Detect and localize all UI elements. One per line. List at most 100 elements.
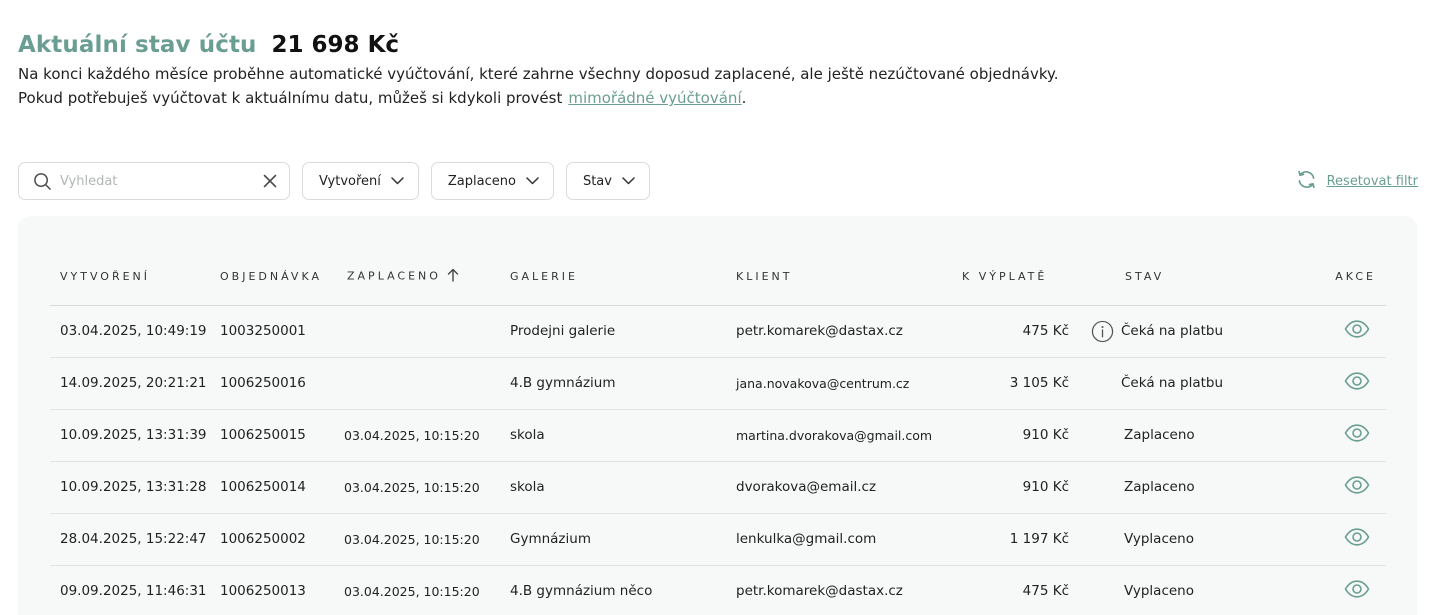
cell-created: 03.04.2025, 10:49:19: [50, 305, 210, 358]
cell-client: jana.novakova@centrum.cz: [726, 357, 952, 410]
filter-bar: Vytvoření Zaplaceno Stav: [18, 162, 650, 200]
description-line-2: Pokud potřebuješ vyúčtovat k aktuálnímu …: [18, 89, 563, 107]
orders-panel: VYTVOŘENÍ OBJEDNÁVKA ZAPLACENO GALERIE K…: [18, 216, 1417, 615]
cell-gallery: Prodejni galerie: [500, 305, 726, 358]
cell-actions: [1292, 409, 1386, 462]
status-wrap: Vyplaceno: [1069, 583, 1292, 599]
column-header-paid[interactable]: ZAPLACENO: [337, 249, 500, 306]
cell-status: Čeká na platbu: [1069, 305, 1292, 358]
cell-paid: 03.04.2025, 10:15:20: [337, 461, 500, 514]
refresh-icon: [1296, 170, 1317, 193]
chevron-down-icon: [391, 174, 404, 189]
cell-client: martina.dvorakova@gmail.com: [726, 409, 952, 462]
cell-paid: [337, 305, 500, 358]
status-text: Čeká na platbu: [1121, 323, 1224, 339]
account-balance: 21 698 Kč: [271, 32, 400, 58]
column-header-created[interactable]: VYTVOŘENÍ: [50, 249, 210, 306]
table-row[interactable]: 14.09.2025, 20:21:21 1006250016 4.B gymn…: [50, 357, 1386, 410]
extra-settlement-link[interactable]: mimořádné vyúčtování: [568, 89, 741, 107]
eye-icon[interactable]: [1344, 580, 1370, 598]
table-row[interactable]: 03.04.2025, 10:49:19 1003250001 Prodejni…: [50, 305, 1386, 358]
cell-payout: 3 105 Kč: [952, 357, 1069, 410]
cell-gallery: skola: [500, 461, 726, 514]
cell-created: 14.09.2025, 20:21:21: [50, 357, 210, 410]
status-wrap: Zaplaceno: [1069, 479, 1292, 495]
reset-filter-button[interactable]: Resetovat filtr: [1296, 170, 1418, 193]
cell-paid: 03.04.2025, 10:15:20: [337, 565, 500, 615]
cell-payout: 910 Kč: [952, 461, 1069, 514]
cell-gallery: 4.B gymnázium něco: [500, 565, 726, 615]
cell-created: 09.09.2025, 11:46:31: [50, 565, 210, 615]
table-row[interactable]: 10.09.2025, 13:31:28 1006250014 03.04.20…: [50, 461, 1386, 514]
description-line-1: Na konci každého měsíce proběhne automat…: [18, 65, 1059, 83]
paid-filter-label: Zaplaceno: [447, 173, 516, 189]
cell-actions: [1292, 357, 1386, 410]
orders-table: VYTVOŘENÍ OBJEDNÁVKA ZAPLACENO GALERIE K…: [50, 249, 1386, 615]
column-header-status[interactable]: STAV: [1069, 249, 1292, 306]
search-icon: [33, 172, 52, 191]
paid-filter-dropdown[interactable]: Zaplaceno: [430, 162, 554, 200]
column-header-payout[interactable]: K VÝPLATĚ: [952, 249, 1069, 306]
eye-icon[interactable]: [1344, 372, 1370, 390]
status-wrap: Zaplaceno: [1069, 427, 1292, 443]
created-filter-dropdown[interactable]: Vytvoření: [302, 162, 419, 200]
cell-actions: [1292, 513, 1386, 566]
chevron-down-icon: [526, 174, 539, 189]
table-row[interactable]: 09.09.2025, 11:46:31 1006250013 03.04.20…: [50, 565, 1386, 615]
table-header-row: VYTVOŘENÍ OBJEDNÁVKA ZAPLACENO GALERIE K…: [50, 249, 1386, 306]
column-header-client[interactable]: KLIENT: [726, 249, 952, 306]
account-header: Aktuální stav účtu 21 698 Kč Na konci ka…: [18, 32, 1059, 110]
page-title: Aktuální stav účtu: [18, 32, 257, 58]
cell-payout: 475 Kč: [952, 565, 1069, 615]
info-icon[interactable]: [1083, 320, 1121, 343]
column-header-actions: AKCE: [1292, 249, 1386, 306]
eye-icon[interactable]: [1344, 476, 1370, 494]
cell-status: Čeká na platbu: [1069, 357, 1292, 410]
status-text: Vyplaceno: [1124, 583, 1194, 599]
description-end: .: [741, 89, 747, 107]
cell-actions: [1292, 565, 1386, 615]
status-wrap: Čeká na platbu: [1069, 375, 1292, 391]
reset-filter-label: Resetovat filtr: [1326, 174, 1418, 189]
cell-created: 10.09.2025, 13:31:39: [50, 409, 210, 462]
cell-client: petr.komarek@dastax.cz: [726, 305, 952, 358]
cell-order: 1006250016: [210, 357, 337, 410]
cell-paid: [337, 357, 500, 410]
table-row[interactable]: 10.09.2025, 13:31:39 1006250015 03.04.20…: [50, 409, 1386, 462]
cell-order: 1006250013: [210, 565, 337, 615]
cell-client: petr.komarek@dastax.cz: [726, 565, 952, 615]
chevron-down-icon: [622, 174, 635, 189]
status-wrap: Čeká na platbu: [1069, 320, 1292, 343]
eye-icon[interactable]: [1344, 424, 1370, 442]
eye-icon[interactable]: [1344, 320, 1370, 338]
status-text: Zaplaceno: [1124, 479, 1195, 495]
search-box: [18, 162, 290, 200]
cell-order: 1006250002: [210, 513, 337, 566]
cell-paid: 03.04.2025, 10:15:20: [337, 409, 500, 462]
cell-created: 10.09.2025, 13:31:28: [50, 461, 210, 514]
cell-payout: 910 Kč: [952, 409, 1069, 462]
arrow-up-icon: [447, 268, 459, 285]
cell-status: Zaplaceno: [1069, 409, 1292, 462]
status-filter-label: Stav: [582, 173, 612, 189]
status-text: Zaplaceno: [1124, 427, 1195, 443]
cell-paid: 03.04.2025, 10:15:20: [337, 513, 500, 566]
status-text: Vyplaceno: [1124, 531, 1194, 547]
cell-created: 28.04.2025, 15:22:47: [50, 513, 210, 566]
eye-icon[interactable]: [1344, 528, 1370, 546]
cell-payout: 1 197 Kč: [952, 513, 1069, 566]
cell-status: Vyplaceno: [1069, 513, 1292, 566]
cell-order: 1006250015: [210, 409, 337, 462]
column-header-order[interactable]: OBJEDNÁVKA: [210, 249, 337, 306]
search-input[interactable]: [60, 173, 263, 189]
status-filter-dropdown[interactable]: Stav: [565, 162, 650, 200]
column-header-gallery[interactable]: GALERIE: [500, 249, 726, 306]
cell-gallery: 4.B gymnázium: [500, 357, 726, 410]
table-row[interactable]: 28.04.2025, 15:22:47 1006250002 03.04.20…: [50, 513, 1386, 566]
settlement-description: Na konci každého měsíce proběhne automat…: [18, 62, 1059, 110]
cell-status: Zaplaceno: [1069, 461, 1292, 514]
cell-actions: [1292, 461, 1386, 514]
close-icon[interactable]: [263, 174, 277, 188]
status-wrap: Vyplaceno: [1069, 531, 1292, 547]
cell-payout: 475 Kč: [952, 305, 1069, 358]
